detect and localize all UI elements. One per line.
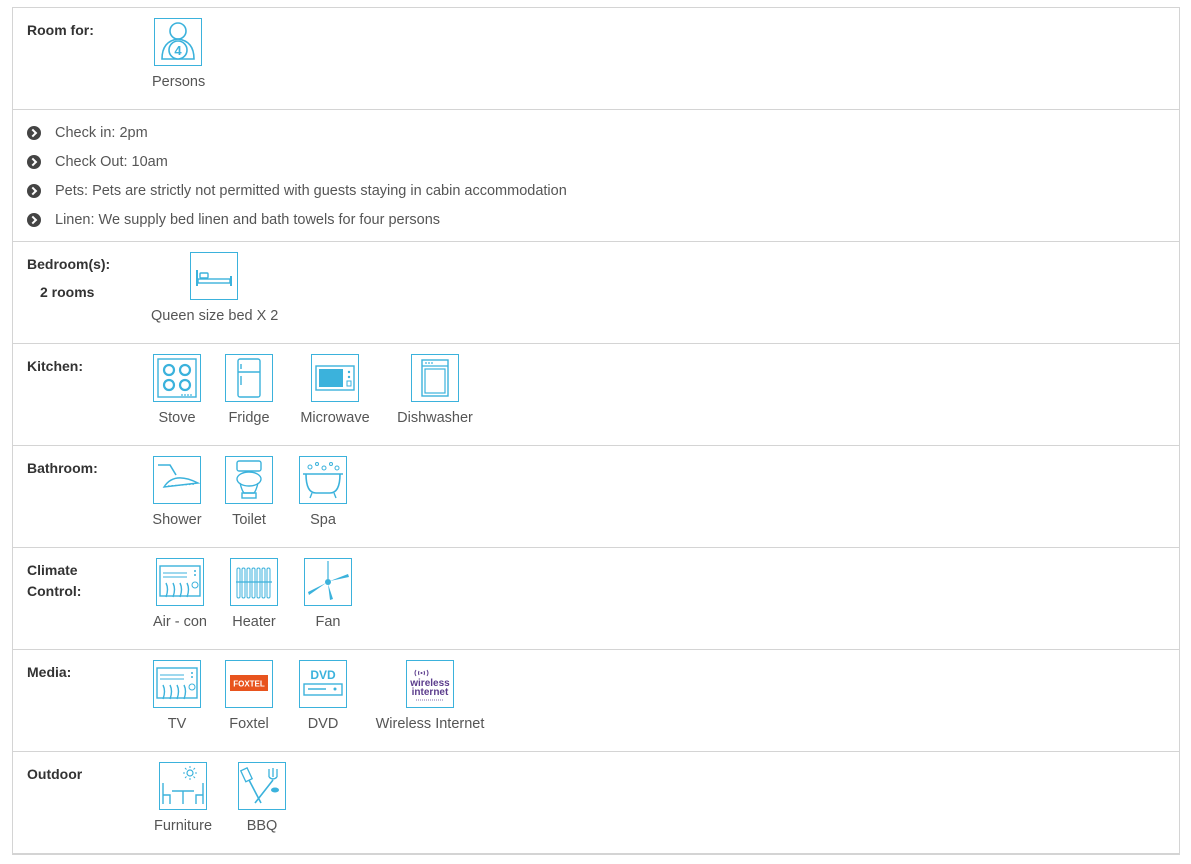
- toilet-item: Toilet: [224, 456, 274, 528]
- air-con-caption: Air - con: [153, 614, 207, 630]
- rule-item: Linen: We supply bed linen and bath towe…: [27, 211, 1179, 240]
- svg-text:4: 4: [174, 43, 182, 58]
- room-for-row: Room for: 4 Persons: [13, 8, 1179, 110]
- svg-text:internet: internet: [412, 687, 449, 698]
- kitchen-label: Kitchen:: [27, 358, 83, 374]
- outdoor-furniture-icon: [159, 762, 207, 810]
- bedrooms-count: 2 rooms: [40, 284, 95, 300]
- climate-label: Climate Control:: [27, 560, 81, 602]
- rule-text: Check in: 2pm: [55, 125, 148, 141]
- chevron-right-icon: [27, 213, 41, 227]
- shower-caption: Shower: [152, 512, 202, 528]
- foxtel-logo-icon: FOXTEL: [225, 660, 273, 708]
- fridge-caption: Fridge: [228, 410, 270, 426]
- stove-item: Stove: [152, 354, 202, 426]
- microwave-icon: [311, 354, 359, 402]
- dishwasher-icon: [411, 354, 459, 402]
- bed-icon: [190, 252, 238, 300]
- spa-icon: [299, 456, 347, 504]
- svg-text:FOXTEL: FOXTEL: [233, 680, 265, 689]
- wireless-internet-caption: Wireless Internet: [375, 716, 485, 732]
- shower-item: Shower: [151, 456, 203, 528]
- microwave-caption: Microwave: [300, 410, 370, 426]
- persons-caption: Persons: [152, 74, 206, 90]
- outdoor-furniture-item: Furniture: [152, 762, 214, 834]
- bed-caption: Queen size bed X 2: [151, 308, 279, 324]
- tv-caption: TV: [167, 716, 187, 732]
- chevron-right-icon: [27, 184, 41, 198]
- heater-icon: [230, 558, 278, 606]
- rule-text: Pets: Pets are strictly not permitted wi…: [55, 183, 567, 199]
- outdoor-furniture-caption: Furniture: [153, 818, 213, 834]
- shower-icon: [153, 456, 201, 504]
- fan-icon: [304, 558, 352, 606]
- amenities-table: Room for: 4 Persons Check in: 2pm Check …: [12, 7, 1180, 855]
- bathroom-row: Bathroom: Shower Toilet Spa: [13, 446, 1179, 548]
- bedrooms-row: Bedroom(s): 2 rooms Queen size bed X 2: [13, 242, 1179, 344]
- outdoor-label: Outdoor: [27, 766, 83, 782]
- stove-icon: [153, 354, 201, 402]
- chevron-right-icon: [27, 126, 41, 140]
- air-con-icon: [156, 558, 204, 606]
- bbq-icon: [238, 762, 286, 810]
- dishwasher-caption: Dishwasher: [397, 410, 473, 426]
- dvd-item: DVD DVD: [298, 660, 348, 732]
- microwave-item: Microwave: [297, 354, 373, 426]
- chevron-right-icon: [27, 155, 41, 169]
- persons-icon: 4: [154, 18, 202, 66]
- rule-item: Pets: Pets are strictly not permitted wi…: [27, 182, 1179, 211]
- dishwasher-item: Dishwasher: [395, 354, 475, 426]
- toilet-icon: [225, 456, 273, 504]
- svg-text:DVD: DVD: [310, 668, 336, 682]
- bbq-caption: BBQ: [246, 818, 278, 834]
- rule-text: Check Out: 10am: [55, 154, 168, 170]
- climate-row: Climate Control: Air - con Heater Fan: [13, 548, 1179, 650]
- bathroom-label: Bathroom:: [27, 460, 98, 476]
- bed-item: Queen size bed X 2: [151, 252, 279, 324]
- bedrooms-label: Bedroom(s):: [27, 256, 111, 272]
- heater-item: Heater: [228, 558, 280, 630]
- rule-item: Check Out: 10am: [27, 153, 1179, 182]
- heater-caption: Heater: [232, 614, 276, 630]
- wireless-internet-icon: wireless internet: [406, 660, 454, 708]
- rule-text: Linen: We supply bed linen and bath towe…: [55, 212, 441, 228]
- outdoor-row: Outdoor Furniture BBQ: [13, 752, 1179, 854]
- bbq-item: BBQ: [237, 762, 287, 834]
- spa-item: Spa: [298, 456, 348, 528]
- room-for-label: Room for:: [27, 22, 94, 38]
- spa-caption: Spa: [310, 512, 336, 528]
- rules-list: Check in: 2pm Check Out: 10am Pets: Pets…: [13, 110, 1179, 240]
- persons-item: 4 Persons: [152, 18, 206, 90]
- fan-caption: Fan: [315, 614, 341, 630]
- foxtel-caption: Foxtel: [229, 716, 269, 732]
- media-label: Media:: [27, 664, 72, 680]
- air-con-item: Air - con: [151, 558, 209, 630]
- fridge-item: Fridge: [224, 354, 274, 426]
- climate-label-line2: Control:: [27, 583, 82, 599]
- tv-item: TV: [152, 660, 202, 732]
- media-row: Media: TV FOXTEL Foxtel DVD DVD wireless…: [13, 650, 1179, 752]
- rule-item: Check in: 2pm: [27, 124, 1179, 153]
- fan-item: Fan: [303, 558, 353, 630]
- foxtel-item: FOXTEL Foxtel: [224, 660, 274, 732]
- stove-caption: Stove: [158, 410, 196, 426]
- kitchen-row: Kitchen: Stove Fridge Microwave Dishwash…: [13, 344, 1179, 446]
- tv-icon: [153, 660, 201, 708]
- dvd-caption: DVD: [307, 716, 339, 732]
- fridge-icon: [225, 354, 273, 402]
- dvd-icon: DVD: [299, 660, 347, 708]
- climate-label-line1: Climate: [27, 562, 78, 578]
- toilet-caption: Toilet: [232, 512, 266, 528]
- wireless-internet-item: wireless internet Wireless Internet: [371, 660, 489, 732]
- rules-row: Check in: 2pm Check Out: 10am Pets: Pets…: [13, 110, 1179, 242]
